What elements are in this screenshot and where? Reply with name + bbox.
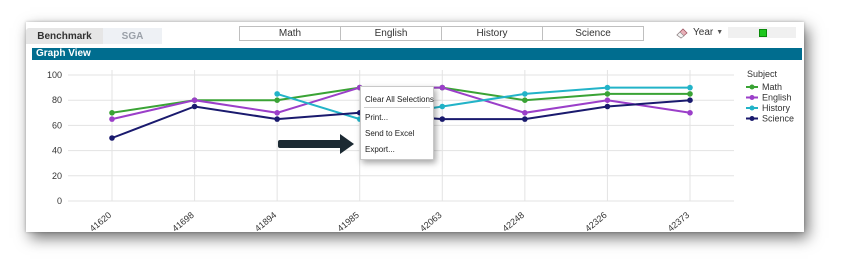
y-tick-label: 40	[52, 146, 62, 156]
y-tick-label: 20	[52, 171, 62, 181]
menu-item-send-to-excel[interactable]: Send to Excel	[365, 129, 414, 138]
data-point-english	[687, 110, 693, 116]
x-tick-label: 41894	[253, 210, 279, 234]
legend-marker	[749, 84, 755, 90]
x-tick-label: 42063	[418, 210, 444, 234]
data-point-science	[687, 97, 693, 103]
data-point-history	[522, 91, 528, 97]
legend-marker	[749, 116, 755, 121]
data-point-math	[687, 91, 693, 97]
data-point-english	[439, 84, 446, 91]
legend-entry: Math	[762, 82, 782, 92]
menu-item-print[interactable]: Print...	[365, 113, 388, 122]
legend-entry: English	[762, 93, 792, 103]
data-point-math	[522, 97, 528, 103]
data-point-science	[604, 103, 611, 110]
data-point-english	[191, 97, 198, 103]
data-point-history	[274, 91, 280, 97]
data-point-math	[274, 97, 280, 103]
menu-item-export[interactable]: Export...	[365, 145, 395, 154]
x-tick-label: 42326	[583, 210, 609, 234]
data-point-english	[604, 97, 611, 103]
data-point-history	[439, 103, 446, 110]
data-point-english	[522, 110, 528, 116]
data-point-science	[274, 116, 280, 122]
data-point-math	[604, 91, 611, 97]
data-point-science	[522, 116, 528, 122]
y-tick-label: 100	[47, 70, 62, 80]
x-tick-label: 41698	[170, 210, 196, 234]
y-tick-label: 80	[52, 95, 62, 105]
data-point-english	[274, 110, 280, 116]
legend-marker	[749, 95, 755, 100]
y-tick-label: 60	[52, 120, 62, 130]
x-tick-label: 41620	[88, 210, 114, 234]
data-point-english	[109, 116, 115, 122]
data-point-history	[687, 84, 693, 91]
x-tick-label: 41985	[335, 210, 361, 234]
annotation-arrow-shaft	[278, 140, 342, 148]
x-tick-label: 42248	[501, 210, 527, 234]
data-point-math	[109, 110, 115, 116]
data-point-history	[604, 84, 611, 91]
data-point-science	[109, 135, 115, 141]
legend-entry: Science	[762, 114, 794, 124]
legend-marker	[749, 105, 755, 111]
y-tick-label: 0	[57, 196, 62, 206]
context-menu: Clear All Selections Print... Send to Ex…	[360, 86, 434, 160]
legend-entry: History	[762, 103, 791, 113]
legend-title: Subject	[747, 69, 778, 79]
x-tick-label: 42373	[666, 210, 692, 234]
menu-item-clear-all-selections[interactable]: Clear All Selections	[365, 95, 434, 104]
data-point-science	[439, 116, 446, 122]
menu-separator	[364, 107, 430, 108]
data-point-science	[191, 103, 198, 110]
